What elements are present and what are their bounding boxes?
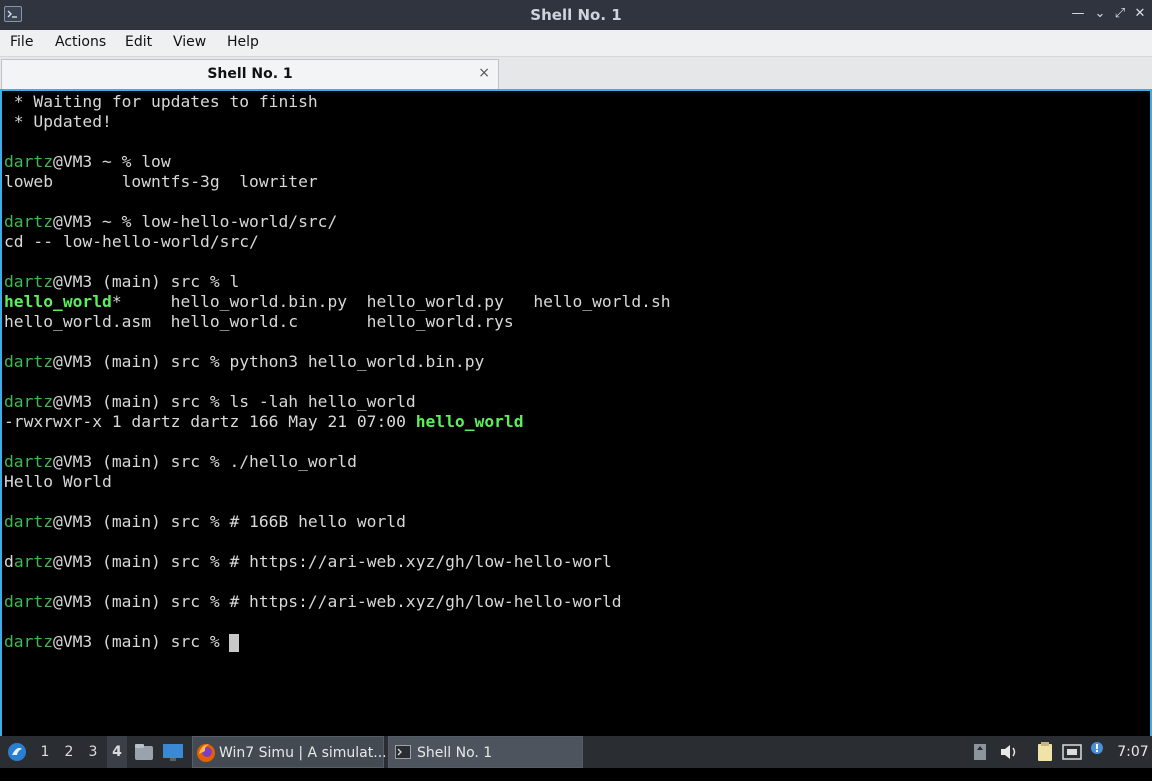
terminal-line: Hello World xyxy=(4,472,112,492)
terminal-text: cd -- low-hello-world/src/ xyxy=(4,232,259,251)
terminal-text: @VM3 (main) src % # 166B hello world xyxy=(53,512,406,531)
tab-label: Shell No. 1 xyxy=(207,66,293,82)
terminal-text: loweb lowntfs-3g lowriter xyxy=(4,172,318,191)
terminal-line: dartz@VM3 (main) src % python3 hello_wor… xyxy=(4,352,484,372)
tab-shell-1[interactable]: Shell No. 1 × xyxy=(1,59,499,89)
terminal-line: * Updated! xyxy=(4,112,112,132)
terminal-text: hello_world xyxy=(415,412,524,431)
terminal-text: d xyxy=(4,552,14,571)
terminal-text: dartz xyxy=(4,212,54,231)
clock[interactable]: 7:07 xyxy=(1116,736,1150,768)
network-tray-icon[interactable] xyxy=(1060,736,1084,768)
terminal-text: dartz xyxy=(4,152,54,171)
show-desktop-icon[interactable] xyxy=(161,736,185,768)
terminal-text: dartz xyxy=(4,352,54,371)
window-title: Shell No. 1 xyxy=(530,6,622,24)
terminal-text: * Updated! xyxy=(4,112,112,131)
terminal-line: dartz@VM3 (main) src % xyxy=(4,632,240,652)
terminal-line: loweb lowntfs-3g lowriter xyxy=(4,172,318,192)
workspace-2[interactable]: 2 xyxy=(59,736,79,768)
terminal-text: dartz xyxy=(4,512,54,531)
task-firefox[interactable]: Win7 Simu | A simulat... xyxy=(192,736,387,768)
clipboard-tray-icon[interactable] xyxy=(970,736,990,768)
terminal-output[interactable]: * Waiting for updates to finish * Update… xyxy=(0,91,1152,736)
terminal-text: Hello World xyxy=(4,472,112,491)
menu-help[interactable]: Help xyxy=(227,34,259,50)
workspace-1[interactable]: 1 xyxy=(35,736,55,768)
firefox-icon xyxy=(195,737,217,781)
minimize-button[interactable]: — xyxy=(1068,4,1088,24)
tab-bar: Shell No. 1 × xyxy=(0,57,1152,91)
menu-file[interactable]: File xyxy=(10,34,33,50)
terminal-text: @VM3 (main) src % # https://ari-web.xyz/… xyxy=(53,552,612,571)
menu-view[interactable]: View xyxy=(173,34,206,50)
menu-bar: File Actions Edit View Help xyxy=(0,30,1152,57)
terminal-text: @VM3 (main) src % # https://ari-web.xyz/… xyxy=(53,592,622,611)
terminal-text: * Waiting for updates to finish xyxy=(4,92,318,111)
terminal-text: hello_world xyxy=(4,292,112,311)
terminal-icon xyxy=(395,745,411,759)
terminal-line: dartz@VM3 (main) src % # https://ari-web… xyxy=(4,552,612,572)
terminal-line: hello_world.asm hello_world.c hello_worl… xyxy=(4,312,514,332)
terminal-text: dartz xyxy=(4,452,54,471)
menu-edit[interactable]: Edit xyxy=(125,34,152,50)
file-manager-icon[interactable] xyxy=(133,736,155,768)
task-shell[interactable]: Shell No. 1 xyxy=(388,736,583,768)
terminal-line: hello_world* hello_world.bin.py hello_wo… xyxy=(4,292,671,312)
tab-close-icon[interactable]: × xyxy=(478,65,490,81)
terminal-text: @VM3 (main) src % l xyxy=(53,272,240,291)
workspace-3[interactable]: 3 xyxy=(83,736,103,768)
terminal-line: -rwxrwxr-x 1 dartz dartz 166 May 21 07:0… xyxy=(4,412,524,432)
taskbar: 1 2 3 4 Win7 Simu | A simulat... Shell N… xyxy=(0,736,1152,768)
terminal-line: dartz@VM3 (main) src % # https://ari-web… xyxy=(4,592,622,612)
terminal-cursor xyxy=(229,633,240,652)
task-label: Win7 Simu | A simulat... xyxy=(219,745,387,761)
terminal-text: * hello_world.bin.py hello_world.py hell… xyxy=(111,292,671,311)
terminal-text: dartz xyxy=(4,592,54,611)
notes-tray-icon[interactable] xyxy=(1034,736,1056,768)
volume-icon[interactable] xyxy=(998,736,1020,768)
workspace-4[interactable]: 4 xyxy=(107,736,127,768)
terminal-text: dartz xyxy=(4,632,54,651)
task-label: Shell No. 1 xyxy=(417,745,493,761)
terminal-line: dartz@VM3 (main) src % l xyxy=(4,272,239,292)
menu-actions[interactable]: Actions xyxy=(55,34,106,50)
terminal-text: hello_world.asm hello_world.c hello_worl… xyxy=(4,312,514,331)
terminal-line: dartz@VM3 ~ % low xyxy=(4,152,171,172)
terminal-text: @VM3 ~ % low xyxy=(53,152,171,171)
shade-button[interactable]: ⌄ xyxy=(1090,4,1110,24)
terminal-text: @VM3 (main) src % ./hello_world xyxy=(53,452,357,471)
terminal-line: dartz@VM3 (main) src % ./hello_world xyxy=(4,452,357,472)
terminal-text: @VM3 (main) src % xyxy=(53,632,230,651)
terminal-text: @VM3 (main) src % python3 hello_world.bi… xyxy=(53,352,485,371)
terminal-line: dartz@VM3 (main) src % ls -lah hello_wor… xyxy=(4,392,416,412)
terminal-text: dartz xyxy=(4,272,54,291)
app-menu-icon[interactable] xyxy=(4,736,30,768)
terminal-text: artz xyxy=(13,552,54,571)
close-button[interactable]: ✕ xyxy=(1130,4,1150,24)
terminal-line: cd -- low-hello-world/src/ xyxy=(4,232,259,252)
terminal-text: @VM3 (main) src % ls -lah hello_world xyxy=(53,392,416,411)
terminal-line: dartz@VM3 (main) src % # 166B hello worl… xyxy=(4,512,406,532)
terminal-text: @VM3 ~ % low-hello-world/src/ xyxy=(53,212,338,231)
terminal-line: dartz@VM3 ~ % low-hello-world/src/ xyxy=(4,212,337,232)
window-titlebar[interactable]: Shell No. 1 — ⌄ ⤢ ✕ xyxy=(0,0,1152,30)
terminal-text: dartz xyxy=(4,392,54,411)
terminal-line: * Waiting for updates to finish xyxy=(4,92,318,112)
update-notifier-icon[interactable] xyxy=(1088,736,1106,768)
terminal-text: -rwxrwxr-x 1 dartz dartz 166 May 21 07:0… xyxy=(4,412,416,431)
maximize-button[interactable]: ⤢ xyxy=(1110,4,1130,24)
